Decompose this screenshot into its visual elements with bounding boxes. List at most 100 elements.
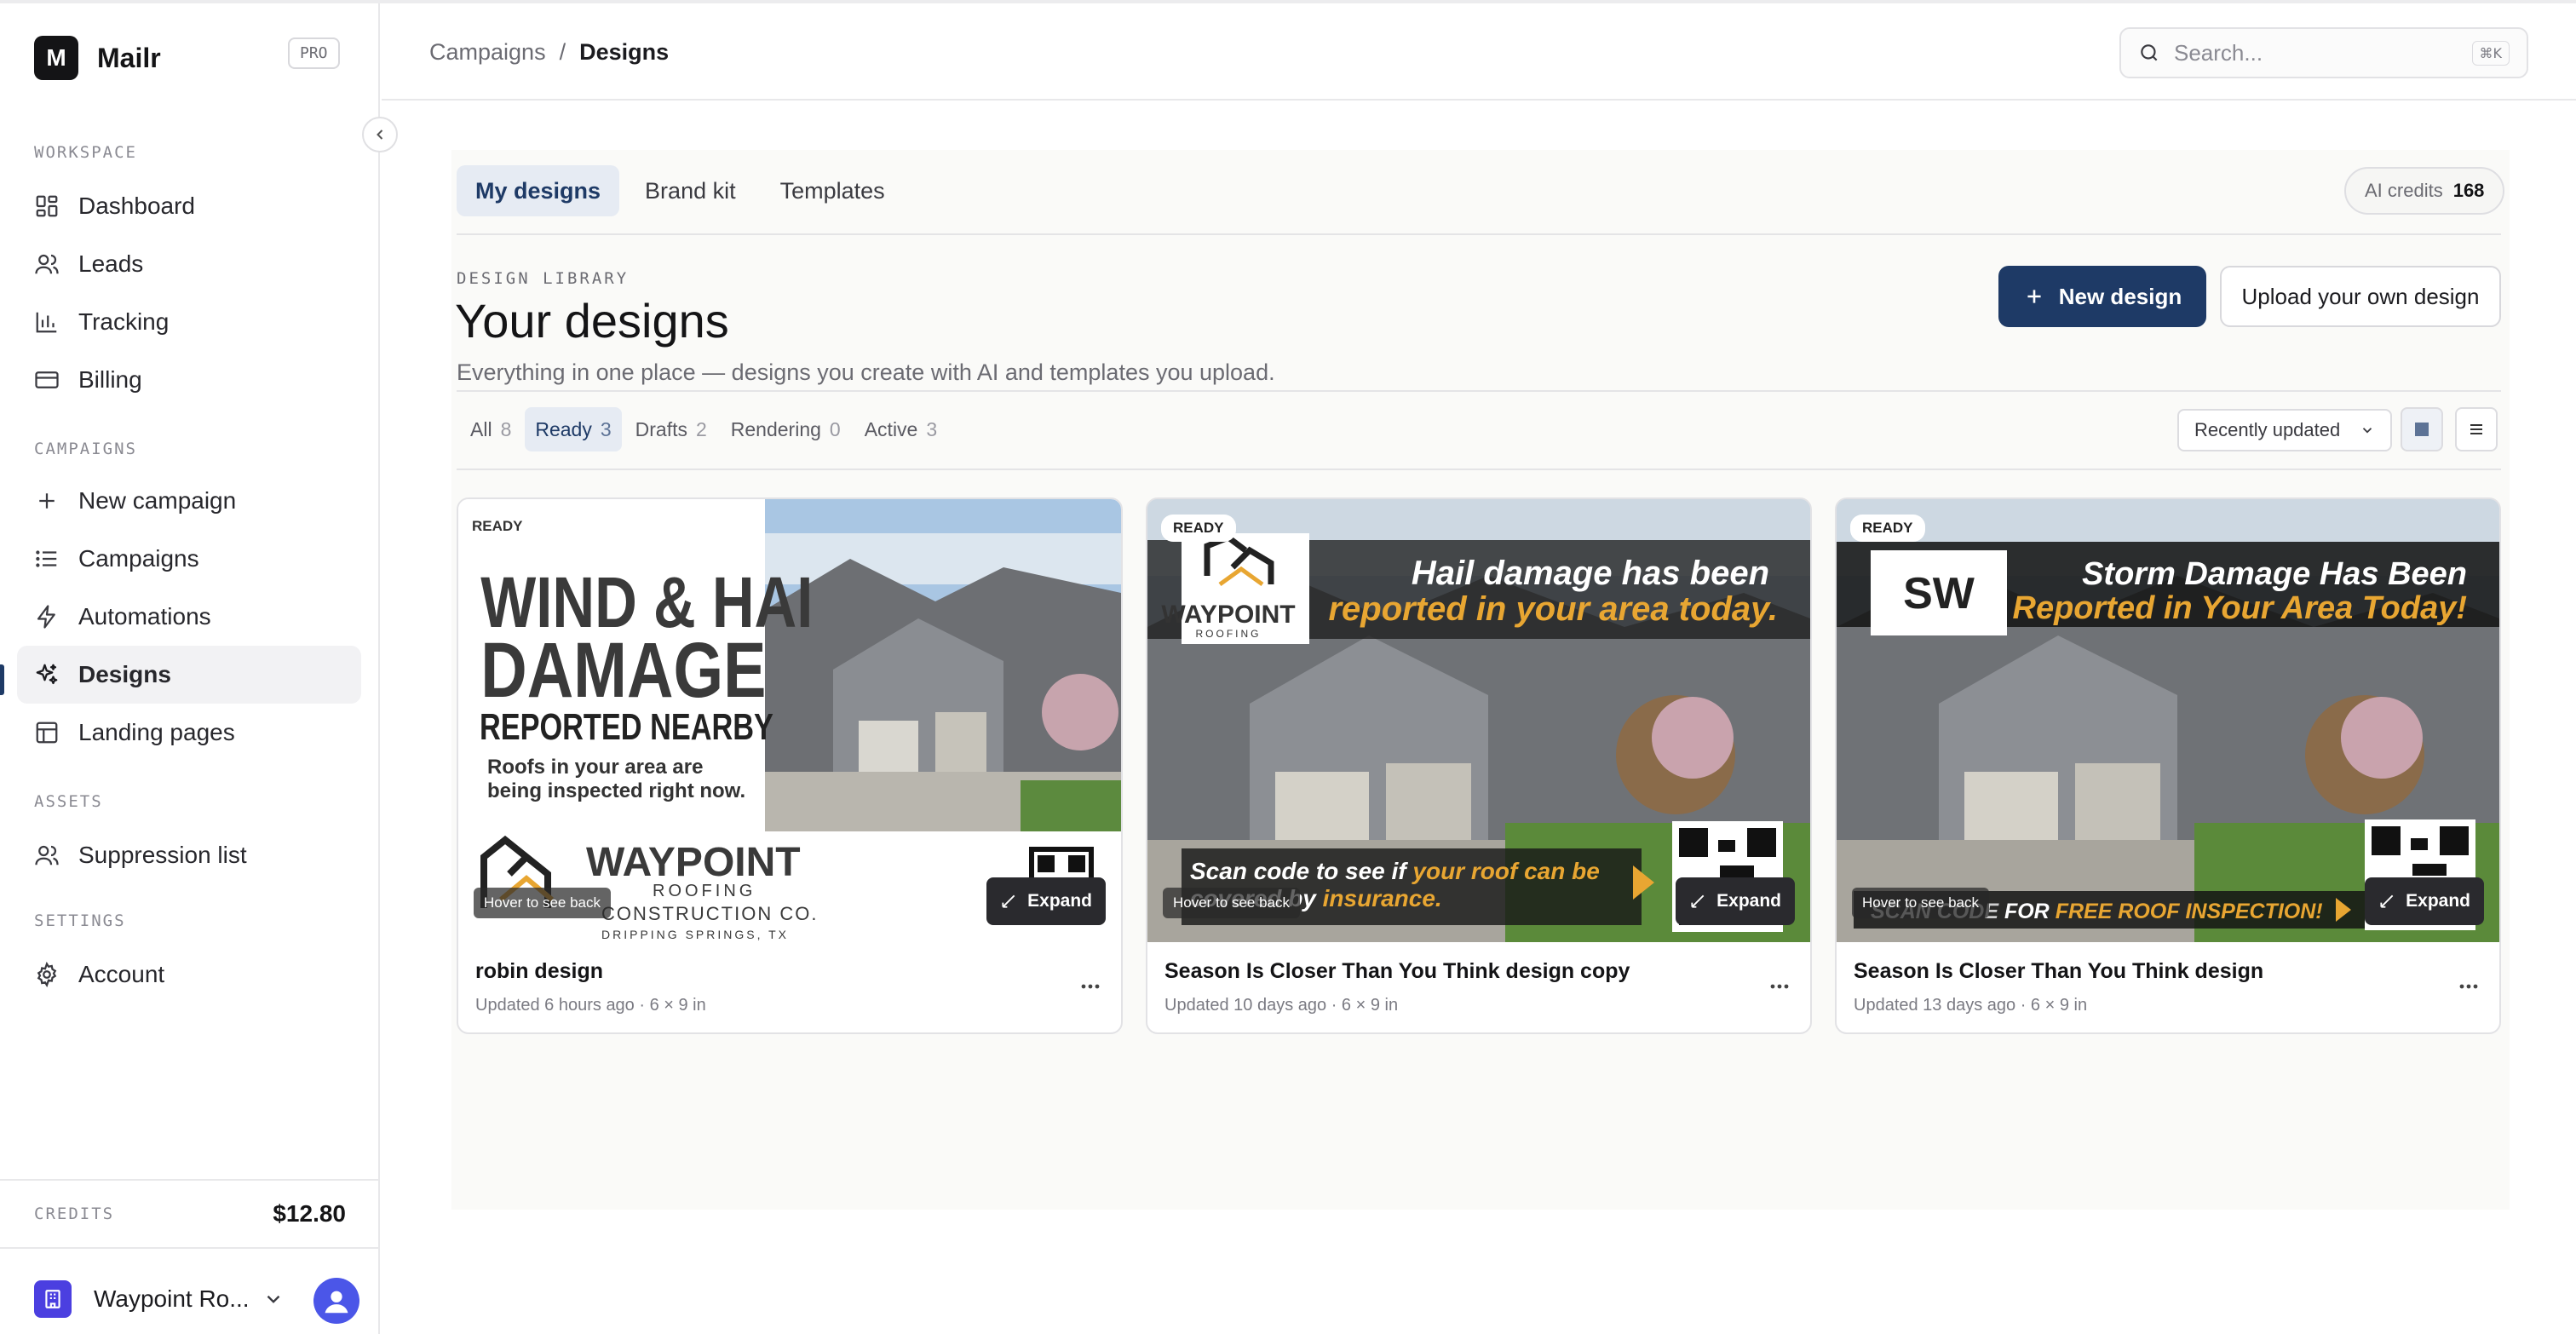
design-thumbnail[interactable]: WAYPOINT ROOFING CONSTRUCTION CO. DRIPPI… [458,499,1121,942]
sidebar-item-designs[interactable]: Designs [17,646,361,704]
list-icon [36,550,57,567]
section-label-assets: ASSETS [34,792,103,811]
card-title: Season Is Closer Than You Think design c… [1164,959,1630,983]
grid-view-button[interactable] [2401,407,2443,451]
expand-icon [1691,894,1705,908]
credit-card-icon [35,371,59,388]
ai-credits-label: AI credits [2365,180,2443,201]
status-badge: READY [472,518,523,534]
status-badge: READY [1850,515,1925,542]
sidebar-item-suppression-list[interactable]: Suppression list [17,826,361,884]
users-icon [35,845,59,865]
filter-label: Ready [535,417,592,440]
active-indicator [0,664,4,695]
divider [457,469,2501,470]
expand-button[interactable]: Expand [986,877,1106,925]
card-title: robin design [475,959,603,983]
art-headline: Storm Damage Has Been [2082,556,2467,592]
sidebar-item-billing[interactable]: Billing [17,351,361,409]
chevron-down-icon [2362,428,2372,434]
sidebar-item-leads[interactable]: Leads [17,235,361,293]
more-horizontal-icon [2459,984,2478,989]
brand-sub-text: ROOFING [653,882,756,900]
more-options-button[interactable] [1764,976,1795,997]
sidebar-item-dashboard[interactable]: Dashboard [17,177,361,235]
sidebar-item-campaigns[interactable]: Campaigns [17,530,361,588]
sidebar-item-label: Leads [78,250,144,277]
filter-ready[interactable]: Ready 3 [525,407,622,451]
expand-label: Expand [1716,891,1781,911]
breadcrumb-campaigns[interactable]: Campaigns [429,39,546,66]
plus-icon [2027,290,2041,303]
page-title: Your designs [455,294,729,348]
sidebar-item-tracking[interactable]: Tracking [17,293,361,351]
avatar[interactable] [313,1278,359,1324]
card-meta: Updated 13 days ago · 6 × 9 in [1854,996,2088,1015]
bar-chart-icon [36,312,57,333]
divider [457,390,2501,392]
headline-art: WIND & HAIL DAMAGE REPORTED NEARBY Roofs… [480,563,816,802]
org-switcher[interactable]: Waypoint Ro... [0,1261,380,1334]
sidebar-item-new-campaign[interactable]: New campaign [17,472,361,530]
sidebar-item-label: Account [78,961,165,987]
filter-count: 8 [500,417,512,440]
art-headline: DAMAGE [480,626,766,714]
art-subheadline: REPORTED NEARBY [480,706,773,748]
new-design-button[interactable]: New design [1998,266,2206,327]
expand-button[interactable]: Expand [2365,877,2484,925]
filter-active[interactable]: Active 3 [854,407,947,451]
tab-brand-kit[interactable]: Brand kit [626,165,755,216]
more-options-button[interactable] [1075,976,1106,997]
sidebar-item-landing-pages[interactable]: Landing pages [17,704,361,762]
sidebar-item-label: Designs [78,661,171,687]
chevron-down-icon [267,1295,280,1303]
filter-count: 3 [926,417,938,440]
filter-count: 3 [600,417,612,440]
divider [457,233,2501,235]
hover-hint: Hover to see back [474,888,612,918]
tab-templates[interactable]: Templates [762,165,904,216]
search-shortcut: ⌘K [2471,41,2510,66]
top-header: Campaigns / Designs ⌘K [382,3,2576,101]
hover-hint: Hover to see back [1163,888,1301,918]
card-info: robin design Updated 6 hours ago · 6 × 9… [475,959,706,1015]
expand-button[interactable]: Expand [1676,877,1795,925]
search-box[interactable]: ⌘K [2119,27,2528,78]
card-meta: Updated 10 days ago · 6 × 9 in [1164,996,1399,1015]
breadcrumb-separator: / [559,39,566,65]
sidebar-item-label: Automations [78,603,211,630]
more-options-button[interactable] [2453,976,2484,997]
users-icon [35,254,59,274]
grid-icon [2415,423,2429,436]
design-card[interactable]: SW Storm Damage Has Been Reported in You… [1835,497,2501,1034]
credits-label: CREDITS [34,1205,115,1223]
more-horizontal-icon [1081,984,1100,989]
design-card[interactable]: WAYPOINT ROOFING Hail damage has been re… [1146,497,1812,1034]
design-thumbnail[interactable]: WAYPOINT ROOFING Hail damage has been re… [1147,499,1810,942]
search-input[interactable] [2174,39,2464,66]
filter-rendering[interactable]: Rendering 0 [721,407,851,451]
collapse-sidebar-button[interactable] [362,117,398,152]
credits-row: CREDITS $12.80 [0,1179,380,1249]
section-label-settings: SETTINGS [34,911,126,930]
sidebar-item-automations[interactable]: Automations [17,588,361,646]
design-card[interactable]: WAYPOINT ROOFING CONSTRUCTION CO. DRIPPI… [457,497,1123,1034]
art-body: being inspected right now. [487,779,745,802]
sort-select[interactable]: Recently updated [2177,409,2392,451]
breadcrumb: Campaigns / Designs [429,39,669,66]
filter-all[interactable]: All 8 [460,407,521,451]
ai-credits-badge: AI credits 168 [2344,167,2505,215]
art-body: Roofs in your area are [487,756,703,779]
sparkles-icon [36,664,58,685]
tab-my-designs[interactable]: My designs [457,165,620,216]
expand-label: Expand [2406,891,2470,911]
brand[interactable]: M Mailr [34,36,161,80]
org-name: Waypoint Ro... [94,1285,250,1312]
breadcrumb-designs: Designs [579,39,670,65]
upload-design-button[interactable]: Upload your own design [2220,266,2501,327]
sidebar-item-account[interactable]: Account [17,946,361,1003]
design-thumbnail[interactable]: SW Storm Damage Has Been Reported in You… [1837,499,2499,942]
brand-sub-text: CONSTRUCTION CO. [601,903,818,924]
filter-drafts[interactable]: Drafts 2 [625,407,717,451]
list-view-button[interactable] [2455,407,2498,451]
